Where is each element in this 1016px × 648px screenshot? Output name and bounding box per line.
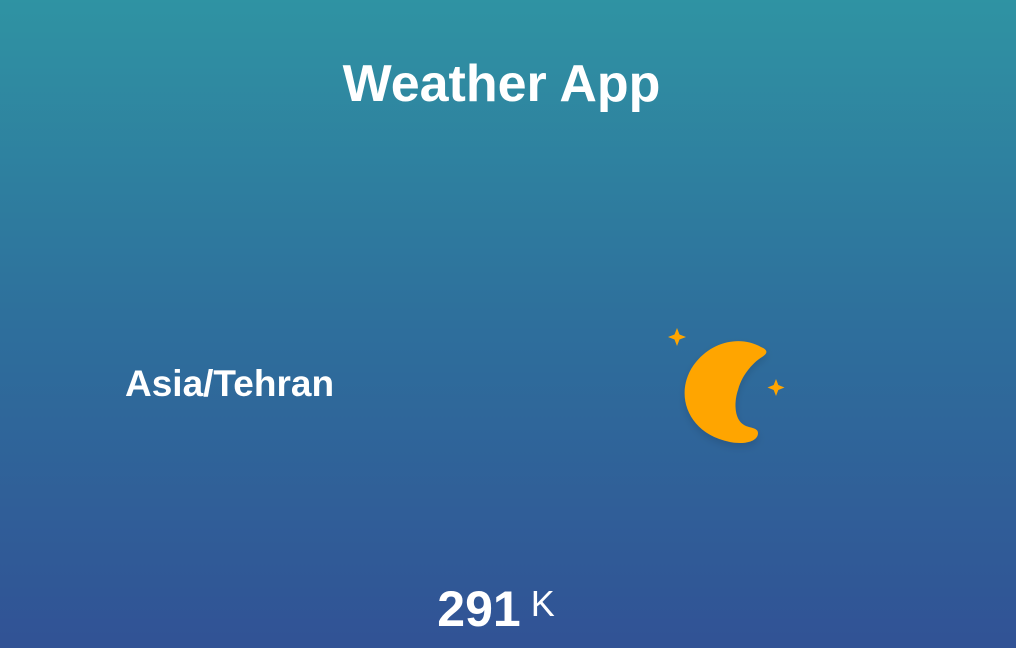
star-icon-right: [767, 379, 785, 396]
moon-shape: [684, 341, 767, 443]
temperature-unit: K: [530, 583, 555, 624]
page-title: Weather App: [342, 55, 661, 113]
star-icon-top: [668, 328, 686, 346]
temperature-value: 291: [437, 581, 521, 637]
moon-stars-icon: [660, 320, 795, 455]
timezone-label: Asia/Tehran: [125, 363, 335, 404]
temperature-display: 291 K: [0, 572, 992, 648]
weather-app: Weather App Asia/Tehran 291 K: [0, 0, 1016, 648]
